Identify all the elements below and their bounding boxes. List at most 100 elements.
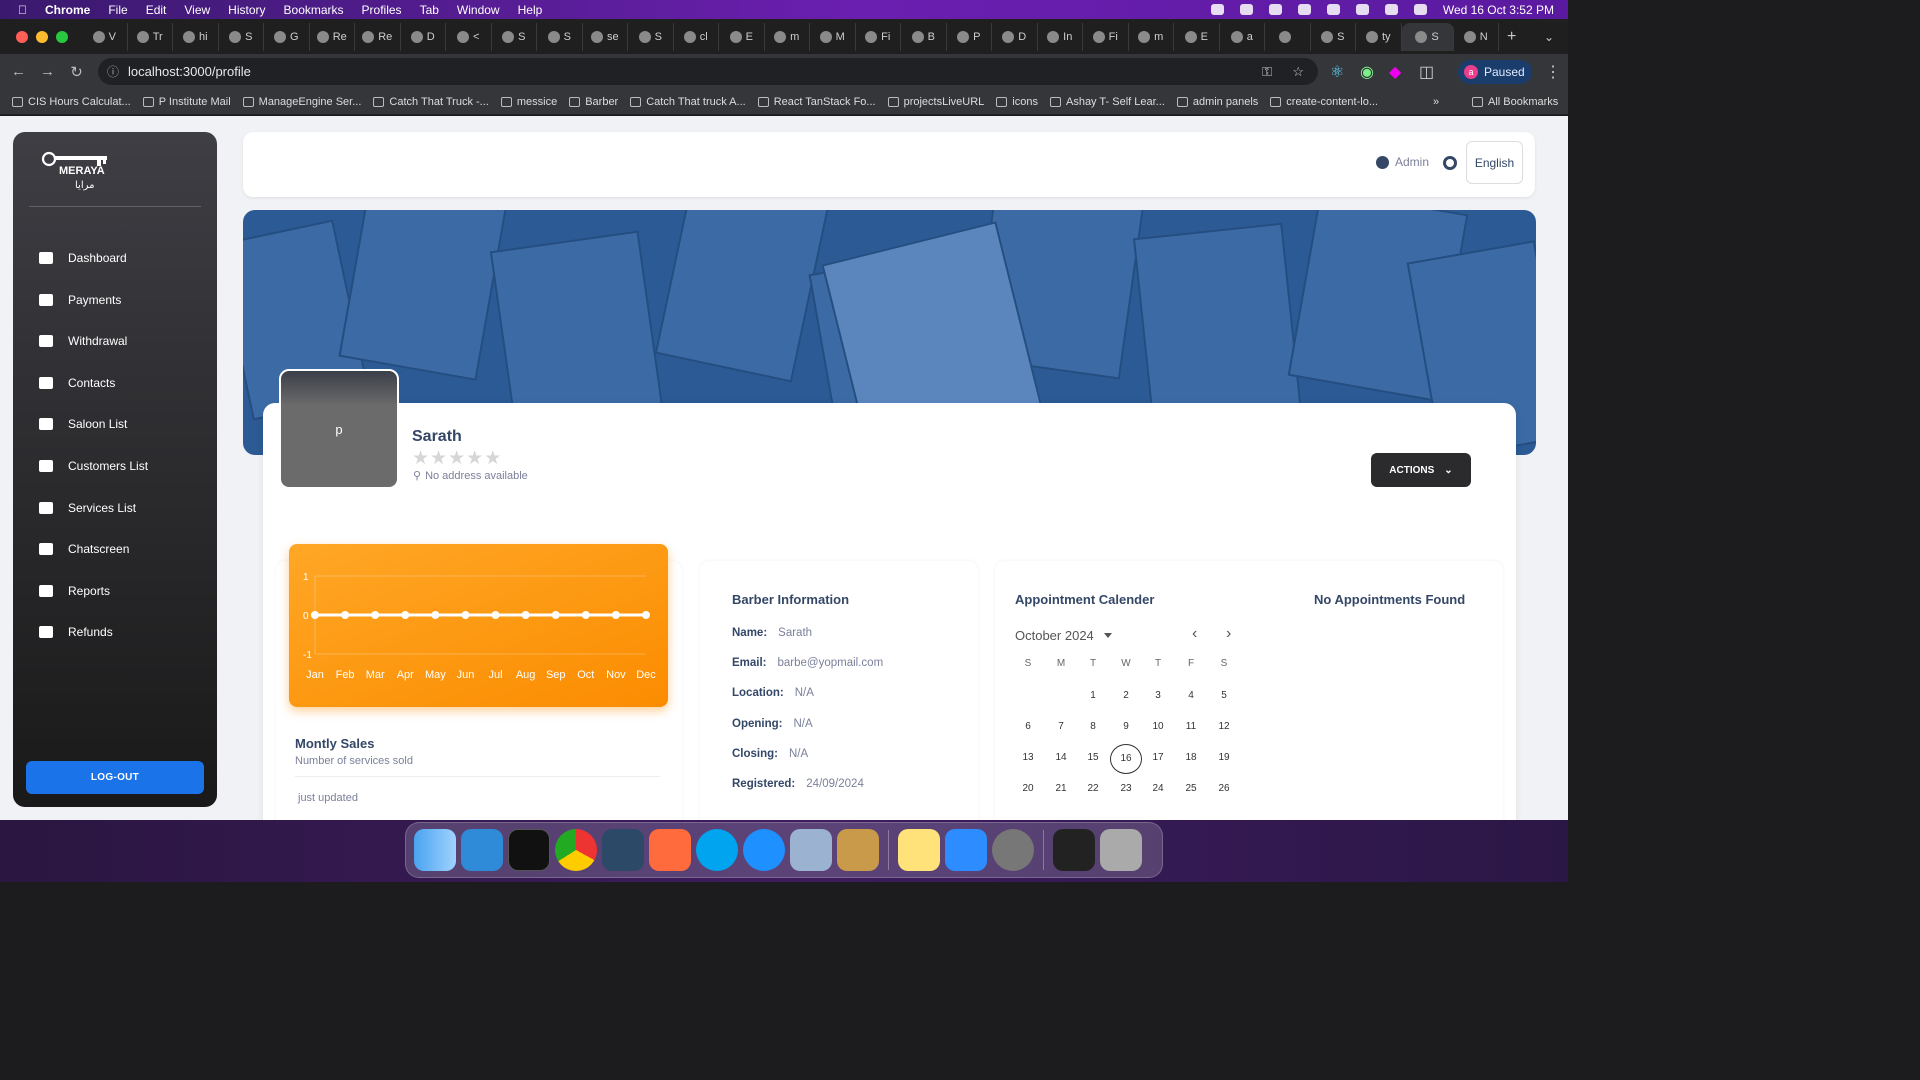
check-icon[interactable] bbox=[1239, 4, 1253, 15]
browser-tab[interactable]: S bbox=[1401, 22, 1454, 51]
browser-tab[interactable]: cl bbox=[674, 22, 719, 51]
browser-tab[interactable]: Fi bbox=[1083, 22, 1129, 51]
profile-paused-button[interactable]: a Paused bbox=[1458, 60, 1532, 84]
sidebar-item-dashboard[interactable]: Dashboard bbox=[39, 245, 127, 271]
browser-tab[interactable]: In bbox=[1038, 22, 1083, 51]
calendar-day[interactable]: 7 bbox=[1045, 721, 1077, 732]
url-input[interactable]: ⓘ localhost:3000/profile ⚿ ☆ bbox=[98, 58, 1318, 85]
browser-tab[interactable]: se bbox=[583, 22, 628, 51]
next-month-icon[interactable]: › bbox=[1226, 625, 1231, 643]
back-icon[interactable]: ← bbox=[4, 63, 33, 80]
search-icon[interactable] bbox=[1384, 4, 1398, 15]
forward-icon[interactable]: → bbox=[33, 63, 62, 80]
calendar-day[interactable]: 19 bbox=[1208, 752, 1240, 763]
postman-icon[interactable] bbox=[649, 829, 691, 871]
sidebar-item-payments[interactable]: Payments bbox=[39, 287, 121, 313]
browser-tab[interactable]: E bbox=[1174, 22, 1220, 51]
site-info-icon[interactable]: ⓘ bbox=[107, 63, 119, 80]
browser-tab[interactable]: B bbox=[901, 22, 947, 51]
actions-button[interactable]: ACTIONS ⌄ bbox=[1371, 453, 1471, 487]
logout-button[interactable]: LOG-OUT bbox=[26, 761, 204, 794]
bookmark-item[interactable]: messice bbox=[500, 96, 557, 108]
calendar-day[interactable]: 3 bbox=[1142, 690, 1174, 701]
browser-tab[interactable]: D bbox=[992, 22, 1038, 51]
browser-tab[interactable]: Re bbox=[355, 22, 401, 51]
browser-tab[interactable]: m bbox=[1129, 22, 1174, 51]
browser-tab[interactable]: S bbox=[537, 22, 583, 51]
notes-icon[interactable] bbox=[898, 829, 940, 871]
browser-tab[interactable]: Fi bbox=[856, 22, 901, 51]
browser-tab[interactable]: N bbox=[1454, 22, 1499, 51]
menu-file[interactable]: File bbox=[108, 3, 127, 17]
browser-tab[interactable]: G bbox=[264, 22, 310, 51]
moon-icon[interactable] bbox=[1210, 4, 1224, 15]
display-icon[interactable] bbox=[1297, 4, 1311, 15]
browser-tab[interactable]: a bbox=[1220, 22, 1265, 51]
bookmark-star-icon[interactable]: ☆ bbox=[1292, 64, 1304, 80]
browser-tab[interactable]: Re bbox=[310, 22, 355, 51]
calendar-day[interactable]: 14 bbox=[1045, 752, 1077, 763]
bluetooth-icon[interactable] bbox=[1326, 4, 1340, 15]
menu-app-name[interactable]: Chrome bbox=[45, 3, 90, 17]
vscode-icon[interactable] bbox=[461, 829, 503, 871]
zoom-window-icon[interactable] bbox=[56, 30, 68, 43]
calendar-day[interactable]: 5 bbox=[1208, 690, 1240, 701]
browser-tab[interactable]: D bbox=[401, 22, 446, 51]
month-select[interactable]: October 2024 bbox=[1015, 628, 1112, 643]
menu-edit[interactable]: Edit bbox=[146, 3, 167, 17]
sidebar-item-withdrawal[interactable]: Withdrawal bbox=[39, 328, 127, 354]
sidebar-item-refunds[interactable]: Refunds bbox=[39, 619, 113, 645]
all-bookmarks[interactable]: All Bookmarks bbox=[1472, 96, 1558, 108]
menu-bookmarks[interactable]: Bookmarks bbox=[284, 3, 344, 17]
calendar-day[interactable]: 10 bbox=[1142, 721, 1174, 732]
calendar-day[interactable]: 23 bbox=[1110, 783, 1142, 794]
control-center-icon[interactable] bbox=[1413, 4, 1427, 15]
bookmark-item[interactable]: Ashay T- Self Lear... bbox=[1049, 96, 1165, 108]
bookmark-item[interactable]: Catch That Truck -... bbox=[373, 96, 489, 108]
calendar-day[interactable]: 8 bbox=[1077, 721, 1109, 732]
clock[interactable]: Wed 16 Oct 3:52 PM bbox=[1443, 3, 1554, 17]
browser-tab[interactable]: P bbox=[947, 22, 992, 51]
menu-help[interactable]: Help bbox=[518, 3, 543, 17]
react-devtools-icon[interactable]: ⚛ bbox=[1330, 62, 1344, 82]
calendar-day[interactable]: 12 bbox=[1208, 721, 1240, 732]
skype-icon[interactable] bbox=[696, 829, 738, 871]
menu-history[interactable]: History bbox=[228, 3, 265, 17]
bookmark-item[interactable]: Catch That truck A... bbox=[630, 96, 746, 108]
browser-tab[interactable]: S bbox=[492, 22, 537, 51]
browser-tab[interactable]: Tr bbox=[128, 22, 173, 51]
close-window-icon[interactable] bbox=[16, 30, 28, 43]
menu-tab[interactable]: Tab bbox=[420, 3, 439, 17]
minimize-window-icon[interactable] bbox=[36, 30, 48, 43]
calendar-day-today[interactable]: 16 bbox=[1110, 744, 1142, 774]
prev-month-icon[interactable]: ‹ bbox=[1192, 625, 1197, 643]
tab-search-icon[interactable]: ⌄ bbox=[1544, 30, 1554, 44]
terminal-icon[interactable] bbox=[508, 829, 550, 871]
bookmark-item[interactable]: CIS Hours Calculat... bbox=[12, 96, 131, 108]
calendar-day[interactable]: 21 bbox=[1045, 783, 1077, 794]
browser-tab[interactable]: hi bbox=[173, 22, 219, 51]
trash-icon[interactable] bbox=[1100, 829, 1142, 871]
chrome-menu-icon[interactable]: ⋮ bbox=[1545, 62, 1561, 82]
calendar-day[interactable]: 1 bbox=[1077, 690, 1109, 701]
browser-tab[interactable]: E bbox=[719, 22, 765, 51]
password-key-icon[interactable]: ⚿ bbox=[1262, 64, 1272, 80]
calendar-day[interactable]: 24 bbox=[1142, 783, 1174, 794]
admin-user[interactable]: Admin bbox=[1375, 155, 1429, 169]
volume-icon[interactable] bbox=[1268, 4, 1282, 15]
browser-tab[interactable] bbox=[1265, 22, 1311, 51]
calendar-day[interactable]: 22 bbox=[1077, 783, 1109, 794]
bookmark-item[interactable]: Barber bbox=[569, 96, 618, 108]
sidebar-item-customers-list[interactable]: Customers List bbox=[39, 453, 148, 479]
sidebar-item-chatscreen[interactable]: Chatscreen bbox=[39, 536, 129, 562]
mysql-icon[interactable] bbox=[602, 829, 644, 871]
menu-window[interactable]: Window bbox=[457, 3, 500, 17]
preview-icon[interactable] bbox=[790, 829, 832, 871]
calendar-day[interactable]: 20 bbox=[1012, 783, 1044, 794]
browser-tab[interactable]: S bbox=[1311, 22, 1356, 51]
sidebar-item-saloon-list[interactable]: Saloon List bbox=[39, 411, 127, 437]
language-select[interactable]: English bbox=[1466, 141, 1523, 184]
meraya-logo[interactable]: MERAYA مرايا bbox=[41, 150, 121, 191]
calendar-day[interactable]: 18 bbox=[1175, 752, 1207, 763]
calendar-day[interactable]: 11 bbox=[1175, 721, 1207, 732]
